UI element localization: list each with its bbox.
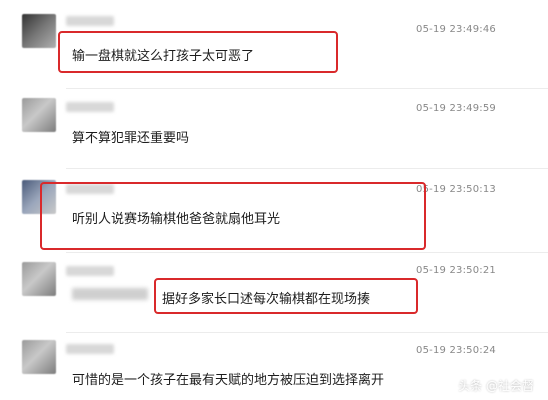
- avatar[interactable]: [22, 262, 56, 296]
- watermark-text: 头条 @社会督: [458, 379, 534, 393]
- comment-text: 可惜的是一个孩子在最有天赋的地方被压迫到选择离开: [72, 373, 385, 388]
- comment-text: 输一盘棋就这么打孩子太可恶了: [72, 49, 255, 64]
- comment-text: 听别人说赛场输棋他爸爸就扇他耳光: [72, 212, 281, 227]
- comment-item: 05-19 23:49:59 算不算犯罪还重要吗: [0, 88, 548, 168]
- comment-timestamp: 05-19 23:50:21: [416, 265, 496, 276]
- comment-text: 算不算犯罪还重要吗: [72, 131, 190, 146]
- username-blurred: [66, 102, 114, 112]
- username-blurred: [66, 16, 114, 26]
- toutiao-logo-icon: [443, 380, 456, 392]
- comment-timestamp: 05-19 23:50:24: [416, 345, 496, 356]
- comment-item: 05-19 23:50:21 据好多家长口述每次输棋都在现场揍: [0, 252, 548, 332]
- comment-timestamp: 05-19 23:49:46: [416, 24, 496, 35]
- avatar[interactable]: [22, 98, 56, 132]
- avatar[interactable]: [22, 340, 56, 374]
- comment-item: 05-19 23:49:46 输一盘棋就这么打孩子太可恶了: [0, 0, 548, 88]
- comment-item: 05-19 23:50:13 听别人说赛场输棋他爸爸就扇他耳光: [0, 168, 548, 250]
- watermark: 头条 @社会督: [443, 377, 534, 394]
- avatar[interactable]: [22, 14, 56, 48]
- comment-text: 据好多家长口述每次输棋都在现场揍: [162, 292, 371, 307]
- blurred-mention: [72, 288, 148, 300]
- comment-timestamp: 05-19 23:50:13: [416, 184, 496, 195]
- username-blurred: [66, 266, 114, 276]
- username-blurred: [66, 344, 114, 354]
- comment-timestamp: 05-19 23:49:59: [416, 103, 496, 114]
